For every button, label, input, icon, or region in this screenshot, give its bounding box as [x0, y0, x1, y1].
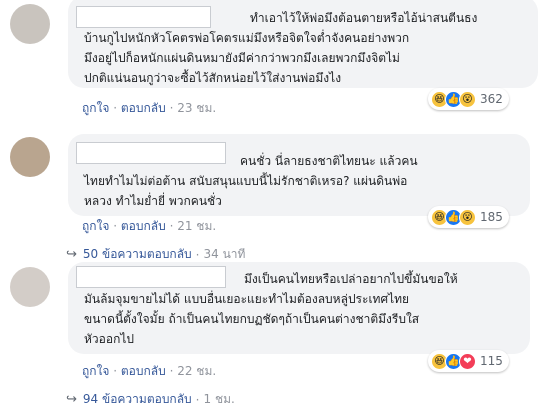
comment-line: มึงเป็นคนไทยหรือเปล่าอยากไปขึ้มันขอให้ [244, 272, 458, 286]
reply-arrow-icon: ↪ [66, 392, 77, 407]
avatar[interactable] [10, 267, 50, 307]
like-button[interactable]: ถูกใจ [82, 364, 109, 378]
separator: · [195, 247, 200, 262]
comment-actions: ถูกใจ · ตอบกลับ · 21 ชม. [82, 217, 216, 236]
comment-line: คนชั่ว นี่ลายธงชาติไทยนะ แล้วคน [240, 154, 418, 168]
reaction-summary[interactable]: 😆 👍 😮 185 [428, 206, 509, 228]
replies-count-label: 94 ข้อความตอบกลับ [82, 392, 192, 406]
comment-actions: ถูกใจ · ตอบกลับ · 23 ชม. [82, 99, 216, 118]
comment-actions: ถูกใจ · ตอบกลับ · 22 ชม. [82, 362, 216, 381]
comment-line: หลวง ทำไมย่ำยี่ พวกคนชั่ว [84, 194, 222, 208]
reaction-count: 362 [480, 92, 503, 106]
separator: · [113, 219, 121, 233]
reply-button[interactable]: ตอบกลับ [121, 101, 166, 115]
comment-line: หัวออกไป [84, 332, 134, 346]
wow-icon: 😮 [459, 90, 476, 108]
love-icon: ❤ [459, 352, 476, 370]
comment-line: ไทยทำไมไม่ต่อต้าน สนับสนุนแบบนี้ไม่รักชา… [84, 174, 408, 188]
redacted-name [76, 142, 226, 164]
reaction-summary[interactable]: 😆 👍 😮 362 [428, 88, 509, 110]
reaction-count: 185 [480, 210, 503, 224]
comment-line: ขนาดนี้ตั้งใจมั้ย ถ้าเป็นคนไทยกบฏชัดๆถ้า… [84, 312, 420, 326]
wow-icon: 😮 [459, 208, 476, 226]
comment-bubble: ทำเอาไว้ให้พ่อมึงต้อนตายหรือไอ้น่าสนตีนธ… [68, 0, 538, 88]
comment-line: ปกติแน่นอนกูว่าจะซื้อไว้สักหน่อยไว้ใส่งา… [84, 71, 342, 85]
view-replies-link[interactable]: ↪ 94 ข้อความตอบกลับ · 1 ชม. [66, 390, 235, 409]
timestamp[interactable]: 21 ชม. [177, 219, 216, 233]
redacted-name [76, 266, 226, 288]
comment-line: บ้านกูไปหนักหัวโคตรพ่อโคตรแม่มึงหรือจิตใ… [84, 31, 410, 45]
like-button[interactable]: ถูกใจ [82, 219, 109, 233]
separator: · [113, 101, 121, 115]
avatar[interactable] [10, 137, 50, 177]
separator: · [113, 364, 121, 378]
comment-line: มึงอยู่ไปก็อหนักแผ่นดินหมายังมีค่ากว่าพว… [84, 51, 400, 65]
comment-bubble: มึงเป็นคนไทยหรือเปล่าอยากไปขึ้มันขอให้ ม… [68, 262, 530, 354]
reaction-summary[interactable]: 😆 👍 ❤ 115 [428, 350, 509, 372]
comment-bubble: คนชั่ว นี่ลายธงชาติไทยนะ แล้วคน ไทยทำไมไ… [68, 134, 530, 216]
reply-arrow-icon: ↪ [66, 247, 77, 262]
timestamp[interactable]: 22 ชม. [177, 364, 216, 378]
timestamp[interactable]: 23 ชม. [177, 101, 216, 115]
reaction-count: 115 [480, 354, 503, 368]
like-button[interactable]: ถูกใจ [82, 101, 109, 115]
redacted-name [76, 6, 211, 28]
comment-line: มันล้มจุมขายไม่ได้ แบบอื่นเยอะแยะทำไมต้อ… [84, 292, 410, 306]
replies-time: 1 ชม. [203, 392, 235, 406]
reply-button[interactable]: ตอบกลับ [121, 219, 166, 233]
avatar[interactable] [10, 4, 50, 44]
separator: · [195, 392, 200, 407]
reply-button[interactable]: ตอบกลับ [121, 364, 166, 378]
comment-line: ทำเอาไว้ให้พ่อมึงต้อนตายหรือไอ้น่าสนตีนธ… [250, 11, 478, 25]
